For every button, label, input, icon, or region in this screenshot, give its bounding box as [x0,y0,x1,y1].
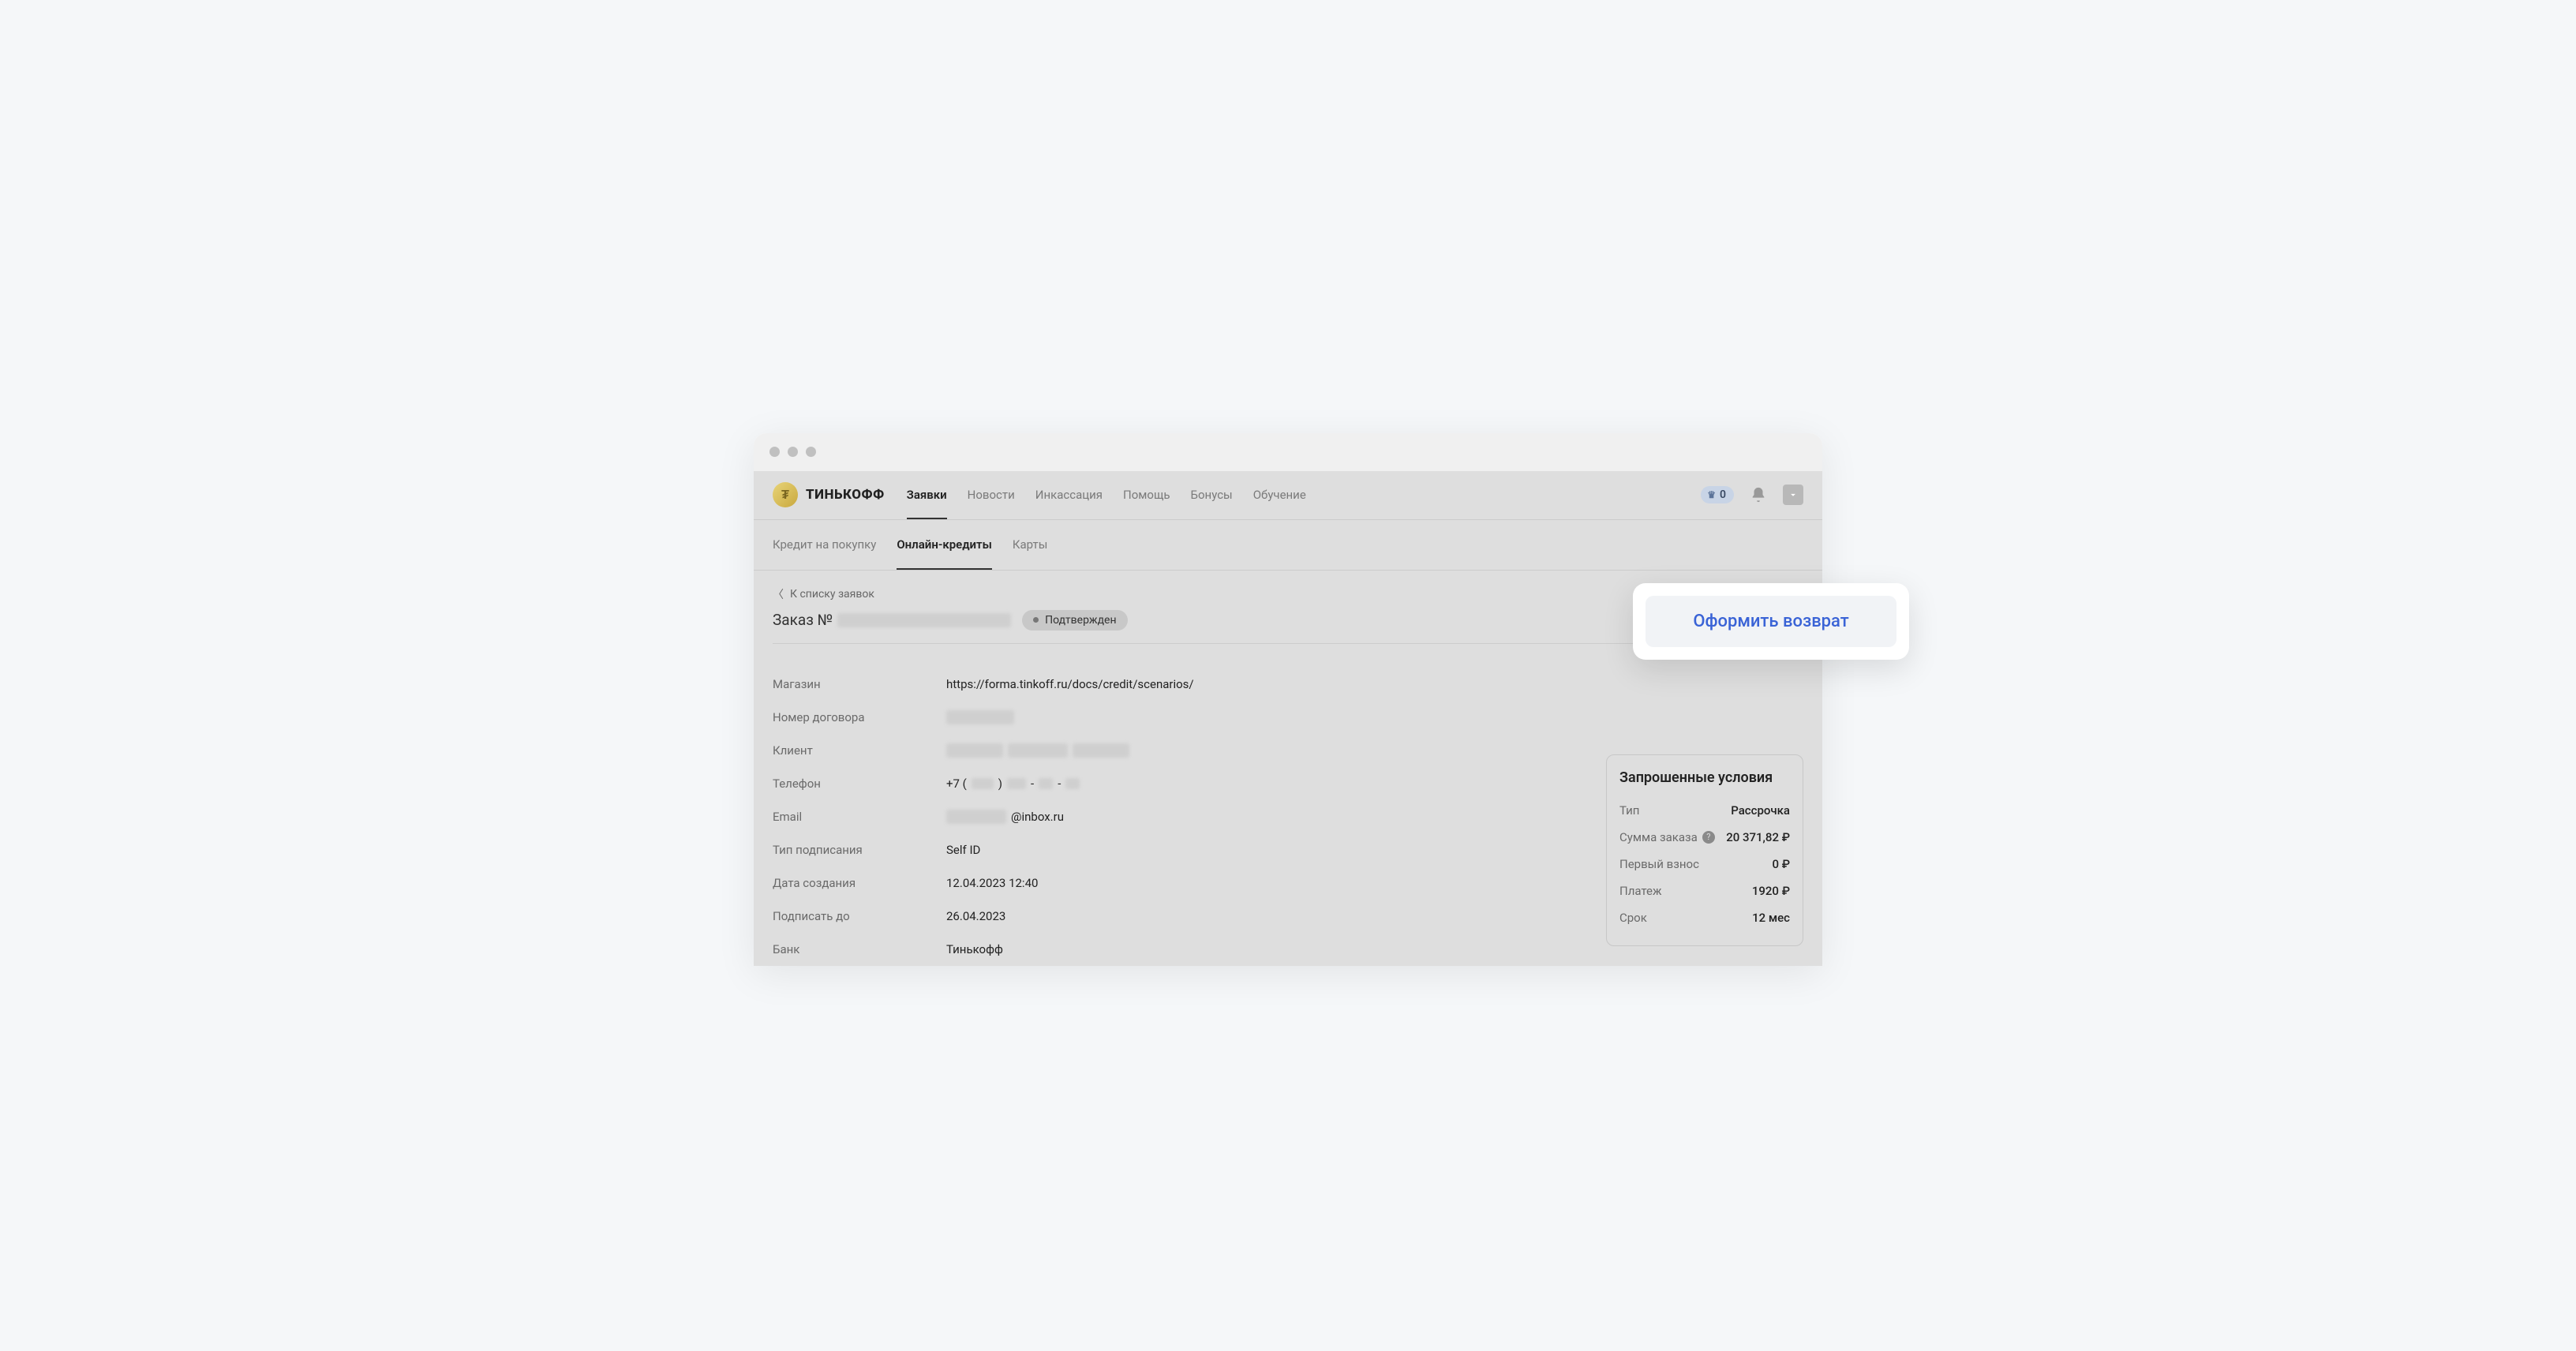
order-title: Заказ № [773,611,1011,629]
cond-first-value: 0 ₽ [1772,857,1790,871]
subnav-cards[interactable]: Карты [1013,520,1048,570]
crown-badge[interactable]: ♛ 0 [1701,486,1734,503]
cond-term-label: Срок [1619,911,1647,925]
subnav-purchase-credit[interactable]: Кредит на покупку [773,520,876,570]
conditions-title: Запрошенные условия [1619,769,1790,786]
value-email: @inbox.ru [946,810,1064,824]
order-prefix: Заказ № [773,611,833,629]
value-sign-until: 26.04.2023 [946,909,1005,923]
logo-text: ТИНЬКОФФ [806,487,885,503]
user-avatar[interactable] [1783,485,1803,505]
sub-nav: Кредит на покупку Онлайн-кредиты Карты [754,520,1822,571]
nav-help[interactable]: Помощь [1123,471,1170,519]
label-client: Клиент [773,743,946,758]
crown-count: 0 [1720,488,1726,501]
conditions-card: Запрошенные условия Тип Рассрочка Сумма з… [1606,754,1803,946]
value-sign-type: Self ID [946,843,980,857]
chevron-down-icon [1788,489,1799,500]
value-bank: Тинькофф [946,942,1003,956]
main-nav: Заявки Новости Инкассация Помощь Бонусы … [907,471,1306,519]
cond-sum-label: Сумма заказа? [1619,830,1715,844]
label-email: Email [773,810,946,824]
status-badge: Подтвержден [1022,610,1127,631]
nav-bonuses[interactable]: Бонусы [1191,471,1233,519]
value-phone: +7 () -- [946,777,1080,791]
value-created: 12.04.2023 12:40 [946,876,1038,890]
order-details: Магазинhttps://forma.tinkoff.ru/docs/cre… [773,668,1582,966]
label-phone: Телефон [773,777,946,791]
cond-term-value: 12 мес [1752,911,1790,925]
back-link-label: К списку заявок [790,588,874,601]
label-contract: Номер договора [773,710,946,724]
value-store: https://forma.tinkoff.ru/docs/credit/sce… [946,677,1194,691]
return-action-card: Оформить возврат [1633,583,1909,660]
cond-payment-label: Платеж [1619,884,1662,898]
bell-icon[interactable] [1750,486,1767,503]
label-store: Магазин [773,677,946,691]
cond-type-label: Тип [1619,803,1639,818]
cond-first-label: Первый взнос [1619,857,1699,871]
crown-icon: ♛ [1707,489,1716,500]
window-dot-close[interactable] [769,447,780,457]
nav-news[interactable]: Новости [968,471,1015,519]
window-titlebar [754,433,1822,471]
cond-sum-value: 20 371,82 ₽ [1726,830,1790,844]
subnav-online-credits[interactable]: Онлайн-кредиты [897,520,992,570]
logo[interactable]: ₮ ТИНЬКОФФ [773,482,885,507]
cond-payment-value: 1920 ₽ [1752,884,1790,898]
logo-icon: ₮ [773,482,798,507]
window-dot-min[interactable] [788,447,798,457]
label-created: Дата создания [773,876,946,890]
nav-applications[interactable]: Заявки [907,471,947,519]
help-icon[interactable]: ? [1702,831,1715,844]
nav-training[interactable]: Обучение [1253,471,1306,519]
nav-cashcollection[interactable]: Инкассация [1035,471,1103,519]
label-sign-until: Подписать до [773,909,946,923]
return-button[interactable]: Оформить возврат [1646,596,1896,647]
window-dot-max[interactable] [806,447,816,457]
value-client [946,743,1129,758]
label-sign-type: Тип подписания [773,843,946,857]
value-contract [946,710,1014,724]
cond-type-value: Рассрочка [1731,803,1790,818]
status-dot-icon [1033,617,1039,623]
status-label: Подтвержден [1045,614,1116,627]
order-number-redacted [837,613,1011,627]
label-bank: Банк [773,942,946,956]
chevron-left-icon: 〈 [773,586,784,602]
